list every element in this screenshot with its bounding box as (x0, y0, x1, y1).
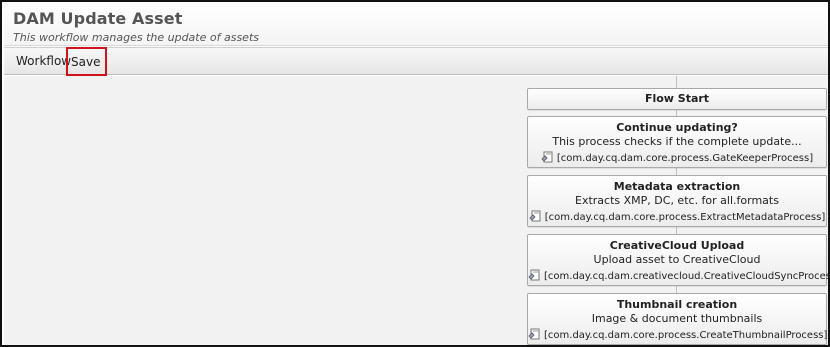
process-script-icon (528, 328, 540, 340)
workflow-step-continue-updating[interactable]: Continue updating? This process checks i… (527, 116, 827, 168)
flow-start-label: Flow Start (644, 92, 710, 105)
flow-start-node[interactable]: Flow Start (527, 88, 827, 110)
save-button[interactable]: Save (66, 47, 107, 76)
step-process-class: [com.day.cq.dam.creativecloud.CreativeCl… (528, 269, 828, 282)
step-process-text: [com.day.cq.dam.core.process.ExtractMeta… (544, 212, 826, 223)
step-title: Continue updating? (616, 121, 738, 134)
step-title: CreativeCloud Upload (609, 239, 745, 252)
workflow-step-creativecloud-upload[interactable]: CreativeCloud Upload Upload asset to Cre… (527, 234, 828, 286)
workflow-step-metadata-extraction[interactable]: Metadata extraction Extracts XMP, DC, et… (527, 175, 827, 227)
page-subtitle: This workflow manages the update of asse… (13, 31, 259, 44)
step-process-class: [com.day.cq.dam.core.process.GateKeeperP… (528, 151, 826, 164)
workflow-header: DAM Update Asset This workflow manages t… (4, 4, 828, 46)
process-script-icon (541, 151, 553, 163)
step-process-text: [com.day.cq.dam.core.process.CreateThumb… (544, 330, 828, 341)
process-script-icon (529, 210, 541, 222)
step-process-class: [com.day.cq.dam.core.process.CreateThumb… (528, 328, 828, 341)
step-description: This process checks if the complete upda… (552, 135, 802, 148)
step-description: Upload asset to CreativeCloud (593, 253, 761, 266)
step-process-text: [com.day.cq.dam.creativecloud.CreativeCl… (544, 271, 830, 282)
page-title: DAM Update Asset (13, 9, 183, 28)
step-process-text: [com.day.cq.dam.core.process.GateKeeperP… (556, 153, 814, 164)
workflow-canvas[interactable]: Flow Start Continue updating? This proce… (4, 76, 828, 345)
workflow-menu-button[interactable]: Workflow (16, 48, 71, 75)
workflow-step-thumbnail-creation[interactable]: Thumbnail creation Image & document thum… (527, 293, 827, 345)
workflow-editor-window: DAM Update Asset This workflow manages t… (0, 0, 830, 347)
step-title: Metadata extraction (613, 180, 741, 193)
toolbar: Workflow Save (4, 47, 828, 76)
step-title: Thumbnail creation (616, 298, 738, 311)
step-description: Image & document thumbnails (591, 312, 763, 325)
step-process-class: [com.day.cq.dam.core.process.ExtractMeta… (528, 210, 826, 223)
step-description: Extracts XMP, DC, etc. for all.formats (575, 194, 779, 207)
process-script-icon (528, 269, 540, 281)
